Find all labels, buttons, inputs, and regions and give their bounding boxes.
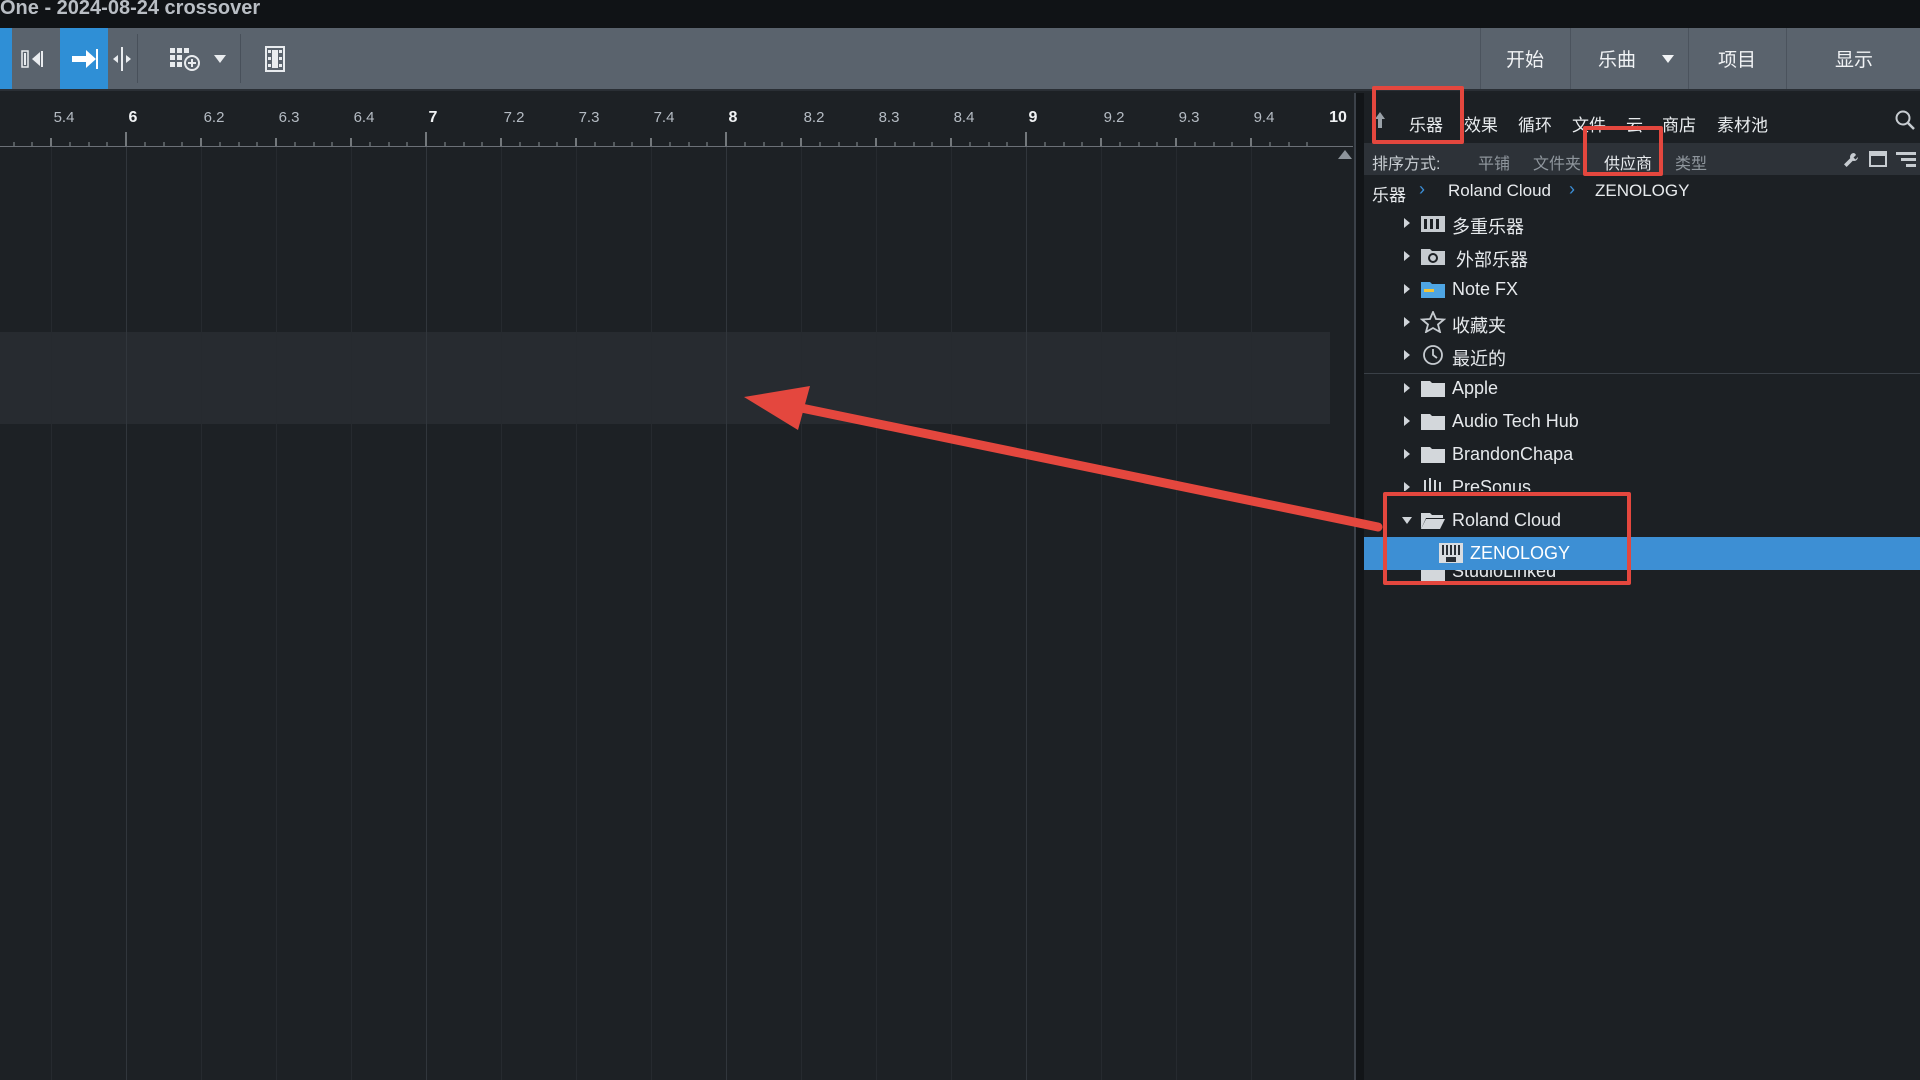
tree-item-label: PreSonus bbox=[1452, 477, 1532, 491]
tree-item-external-instruments[interactable]: 外部乐器 bbox=[1364, 240, 1920, 273]
list-view-icon[interactable] bbox=[1896, 151, 1916, 167]
sort-label: 排序方式: bbox=[1372, 156, 1441, 173]
breadcrumb-item[interactable]: ZENOLOGY bbox=[1595, 181, 1689, 201]
tab-shop[interactable]: 商店 bbox=[1662, 111, 1696, 136]
window-title: One - 2024-08-24 crossover bbox=[0, 0, 261, 19]
tree-item-multi-instruments[interactable]: 多重乐器 bbox=[1364, 207, 1920, 240]
tree-item-brandonchapa[interactable]: BrandonChapa bbox=[1364, 438, 1920, 471]
presonus-logo-icon bbox=[1424, 478, 1441, 491]
breadcrumb-vendor[interactable]: Roland Cloud bbox=[1448, 181, 1551, 201]
star-icon bbox=[1420, 311, 1446, 333]
highlight-zenology bbox=[1383, 492, 1631, 585]
tree-item-label: 外部乐器 bbox=[1456, 250, 1528, 270]
highlight-vendor-sort bbox=[1583, 126, 1663, 176]
search-icon[interactable] bbox=[1894, 109, 1916, 131]
folder-icon bbox=[1421, 447, 1445, 463]
ruler-tick-marks bbox=[13, 132, 1308, 146]
tab-pool[interactable]: 素材池 bbox=[1717, 111, 1768, 136]
folder-icon bbox=[1421, 414, 1445, 430]
external-instrument-icon bbox=[1421, 249, 1445, 265]
song-chevron-down-icon[interactable] bbox=[1650, 28, 1686, 89]
chevron-right-icon: › bbox=[1419, 179, 1425, 199]
video-film-icon[interactable] bbox=[258, 28, 292, 89]
nav-start-button[interactable]: 开始 bbox=[1480, 28, 1569, 89]
tree-item-audio-tech-hub[interactable]: Audio Tech Hub bbox=[1364, 405, 1920, 438]
sort-type-button[interactable]: 类型 bbox=[1675, 150, 1707, 174]
tree-item-favorites[interactable]: 收藏夹 bbox=[1364, 306, 1920, 339]
snap-arrow-button[interactable] bbox=[60, 28, 108, 89]
multi-instrument-icon bbox=[1421, 216, 1445, 232]
track-lane[interactable] bbox=[0, 332, 1330, 424]
breadcrumb: 乐器 › Roland Cloud › ZENOLOGY bbox=[1364, 175, 1920, 205]
main-toolbar: 开始 乐曲 项目 显示 bbox=[0, 28, 1920, 91]
tree-item-label: Audio Tech Hub bbox=[1452, 411, 1579, 431]
tree-item-label: 收藏夹 bbox=[1452, 316, 1506, 336]
track-area[interactable] bbox=[0, 147, 1330, 1080]
sort-flat-button[interactable]: 平铺 bbox=[1478, 150, 1510, 174]
tree-item-label: Apple bbox=[1452, 378, 1499, 398]
arrangement-view[interactable]: 5.4 6 6.2 6.3 6.4 7 7.2 7.3 7.4 8 8.2 8.… bbox=[0, 98, 1353, 1080]
tab-loops[interactable]: 循环 bbox=[1518, 111, 1552, 136]
tab-effects[interactable]: 效果 bbox=[1464, 111, 1498, 136]
wrench-icon[interactable] bbox=[1842, 151, 1860, 169]
loop-marker-icon[interactable] bbox=[14, 28, 54, 89]
tree-item-label: 多重乐器 bbox=[1452, 217, 1524, 237]
sort-folder-button[interactable]: 文件夹 bbox=[1533, 150, 1581, 174]
tree-item-label: BrandonChapa bbox=[1452, 444, 1574, 464]
nav-show-button[interactable]: 显示 bbox=[1786, 28, 1920, 89]
note-fx-folder-icon bbox=[1421, 282, 1445, 298]
tree-item-apple[interactable]: Apple bbox=[1364, 372, 1920, 405]
title-bar: One - 2024-08-24 crossover bbox=[0, 0, 1920, 28]
breadcrumb-root[interactable]: 乐器 bbox=[1372, 181, 1406, 206]
tree-item-recent[interactable]: 最近的 bbox=[1364, 339, 1920, 372]
clock-icon bbox=[1423, 345, 1443, 365]
nav-project-button[interactable]: 项目 bbox=[1688, 28, 1785, 89]
tree-item-label: 最近的 bbox=[1452, 349, 1506, 369]
tree-item-note-fx[interactable]: Note FX bbox=[1364, 273, 1920, 306]
window-icon[interactable] bbox=[1869, 151, 1887, 167]
tree-item-presonus[interactable]: PreSonus bbox=[1364, 471, 1920, 491]
tool-partial-button[interactable] bbox=[0, 28, 12, 89]
highlight-instruments-tab bbox=[1372, 86, 1464, 144]
scroll-up-arrow-icon[interactable] bbox=[1338, 150, 1352, 159]
chevron-right-icon: › bbox=[1569, 179, 1575, 199]
split-cursor-icon[interactable] bbox=[110, 28, 134, 89]
tree-item-label: Note FX bbox=[1452, 279, 1519, 299]
grid-add-icon[interactable] bbox=[164, 28, 206, 89]
chevron-down-icon[interactable] bbox=[210, 28, 230, 89]
folder-icon bbox=[1421, 381, 1445, 397]
browser-panel: 乐器 效果 循环 文件 云 商店 素材池 排序方式: 平铺 文件夹 供应商 类型… bbox=[1364, 93, 1920, 1080]
timeline-ruler[interactable]: 5.4 6 6.2 6.3 6.4 7 7.2 7.3 7.4 8 8.2 8.… bbox=[0, 98, 1353, 147]
